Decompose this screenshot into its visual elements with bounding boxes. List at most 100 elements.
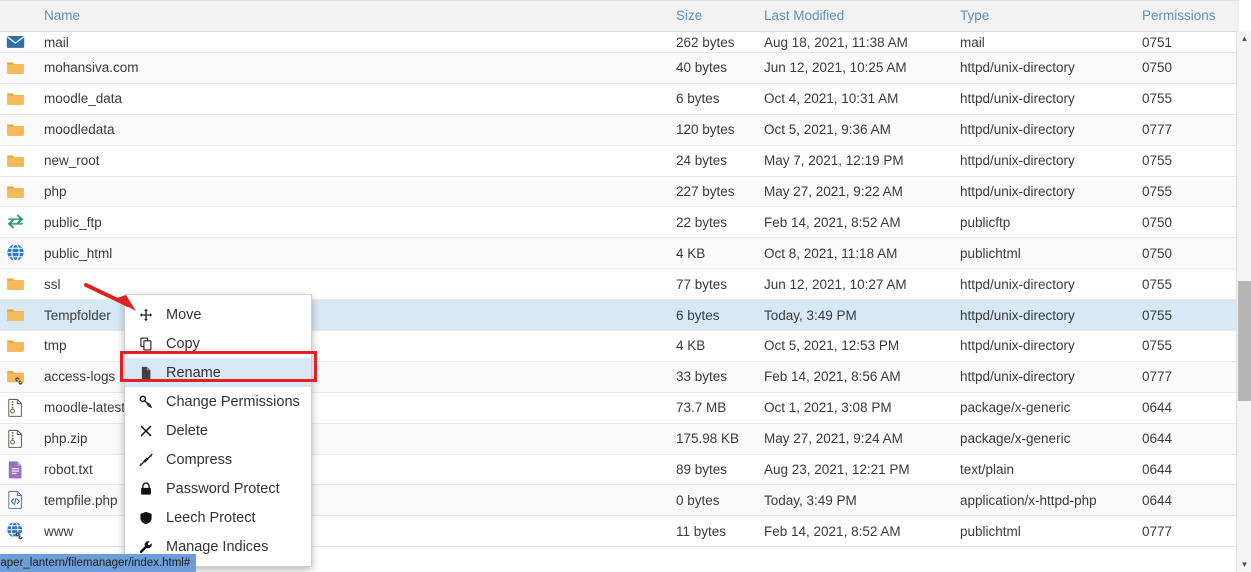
file-type: httpd/unix-directory	[954, 361, 1136, 393]
context-menu-item-compress[interactable]: Compress	[125, 445, 311, 474]
file-size: 77 bytes	[670, 268, 758, 301]
file-icon-cell	[0, 423, 38, 455]
file-icon-cell	[0, 176, 38, 208]
globe-link-icon	[6, 521, 26, 541]
file-type: httpd/unix-directory	[954, 52, 1136, 84]
file-size: 6 bytes	[670, 299, 758, 332]
column-header-name[interactable]: Name	[38, 0, 670, 32]
table-row[interactable]: mohansiva.com 40 bytes Jun 12, 2021, 10:25…	[0, 52, 1239, 84]
file-type: package/x-generic	[954, 423, 1136, 455]
file-icon-cell	[0, 114, 38, 146]
context-menu-item-label: Change Permissions	[166, 393, 300, 410]
file-size: 24 bytes	[670, 145, 758, 177]
file-size: 22 bytes	[670, 206, 758, 239]
table-row[interactable]: php 227 bytes May 27, 2021, 9:22 AM httpd/u…	[0, 176, 1239, 208]
file-name[interactable]: public_html	[38, 237, 670, 270]
file-type: httpd/unix-directory	[954, 268, 1136, 301]
archive-icon	[6, 398, 26, 418]
archive-icon	[6, 429, 26, 449]
file-icon-cell	[0, 31, 38, 53]
context-menu-item-rename[interactable]: Rename	[125, 358, 311, 387]
file-icon-cell	[0, 515, 38, 548]
file-permissions: 0644	[1136, 484, 1239, 517]
file-name[interactable]: mail	[38, 31, 670, 53]
context-menu-item-password-protect[interactable]: Password Protect	[125, 474, 311, 503]
file-permissions: 0644	[1136, 454, 1239, 486]
file-manager-screen: Name Size Last Modified Type Permissions…	[0, 0, 1251, 572]
text-file-icon	[6, 460, 26, 480]
folder-icon	[6, 58, 26, 78]
file-size: 89 bytes	[670, 454, 758, 486]
file-permissions: 0755	[1136, 330, 1239, 362]
table-row[interactable]: moodle_data 6 bytes Oct 4, 2021, 10:31 AM h…	[0, 83, 1239, 115]
context-menu-item-move[interactable]: Move	[125, 300, 311, 329]
folder-link-icon	[6, 367, 26, 387]
table-header: Name Size Last Modified Type Permissions	[0, 0, 1239, 32]
context-menu[interactable]: Move Copy Rename Change Permissions Delete Co…	[124, 294, 312, 567]
file-permissions: 0777	[1136, 361, 1239, 393]
context-menu-item-copy[interactable]: Copy	[125, 329, 311, 358]
scroll-up-button[interactable]: ▲	[1237, 31, 1251, 46]
folder-icon	[6, 151, 26, 171]
column-header-permissions[interactable]: Permissions	[1136, 0, 1239, 32]
folder-icon	[6, 182, 26, 202]
context-menu-item-label: Leech Protect	[166, 509, 256, 526]
file-icon-cell	[0, 454, 38, 486]
scroll-down-button[interactable]: ▼	[1237, 557, 1251, 572]
delete-icon	[139, 424, 159, 438]
browser-status-bar: paper_lantern/filemanager/index.html#	[0, 554, 197, 572]
scrollbar-thumb[interactable]	[1238, 281, 1251, 401]
table-row[interactable]: mail 262 bytes Aug 18, 2021, 11:38 AM mail 0…	[0, 31, 1239, 53]
file-size: 227 bytes	[670, 176, 758, 208]
column-header-size[interactable]: Size	[670, 0, 758, 32]
vertical-scrollbar[interactable]: ▲ ▼	[1236, 31, 1251, 572]
file-name[interactable]: moodle_data	[38, 83, 670, 115]
file-permissions: 0644	[1136, 423, 1239, 455]
file-last-modified: Aug 23, 2021, 12:21 PM	[758, 454, 954, 486]
file-name[interactable]: moodledata	[38, 114, 670, 146]
file-name[interactable]: public_ftp	[38, 206, 670, 239]
file-last-modified: Oct 4, 2021, 10:31 AM	[758, 83, 954, 115]
file-type: httpd/unix-directory	[954, 83, 1136, 115]
file-icon-cell	[0, 206, 38, 239]
file-permissions: 0750	[1136, 52, 1239, 84]
file-type: httpd/unix-directory	[954, 330, 1136, 362]
file-last-modified: Today, 3:49 PM	[758, 299, 954, 332]
file-last-modified: Aug 18, 2021, 11:38 AM	[758, 31, 954, 53]
file-permissions: 0755	[1136, 299, 1239, 332]
file-size: 40 bytes	[670, 52, 758, 84]
file-icon-cell	[0, 268, 38, 301]
column-header-last-modified[interactable]: Last Modified	[758, 0, 954, 32]
code-file-icon	[6, 490, 26, 510]
column-header-type[interactable]: Type	[954, 0, 1136, 32]
globe-icon	[6, 243, 26, 263]
file-type: package/x-generic	[954, 392, 1136, 424]
table-row[interactable]: moodledata 120 bytes Oct 5, 2021, 9:36 AM h…	[0, 114, 1239, 146]
table-header-row: Name Size Last Modified Type Permissions	[0, 0, 1239, 32]
file-last-modified: Today, 3:49 PM	[758, 484, 954, 517]
compress-icon	[139, 453, 159, 467]
lock-icon	[139, 481, 159, 496]
file-size: 0 bytes	[670, 484, 758, 517]
table-row[interactable]: public_ftp 22 bytes Feb 14, 2021, 8:52 AM p…	[0, 206, 1239, 239]
context-menu-item-change-permissions[interactable]: Change Permissions	[125, 387, 311, 416]
ftp-icon	[6, 212, 26, 232]
move-icon	[139, 308, 159, 322]
table-row[interactable]: new_root 24 bytes May 7, 2021, 12:19 PM htt…	[0, 145, 1239, 177]
context-menu-item-leech-protect[interactable]: Leech Protect	[125, 503, 311, 532]
table-row[interactable]: public_html 4 KB Oct 8, 2021, 11:18 AM publ…	[0, 237, 1239, 270]
file-name[interactable]: php	[38, 176, 670, 208]
file-name[interactable]: new_root	[38, 145, 670, 177]
context-menu-item-delete[interactable]: Delete	[125, 416, 311, 445]
file-last-modified: Feb 14, 2021, 8:52 AM	[758, 206, 954, 239]
file-permissions: 0755	[1136, 268, 1239, 301]
file-permissions: 0755	[1136, 83, 1239, 115]
file-size: 6 bytes	[670, 83, 758, 115]
file-last-modified: Jun 12, 2021, 10:27 AM	[758, 268, 954, 301]
context-menu-item-label: Password Protect	[166, 480, 280, 497]
file-type: mail	[954, 31, 1136, 53]
file-name[interactable]: mohansiva.com	[38, 52, 670, 84]
context-menu-item-label: Compress	[166, 451, 233, 468]
file-last-modified: May 7, 2021, 12:19 PM	[758, 145, 954, 177]
file-icon-cell	[0, 83, 38, 115]
